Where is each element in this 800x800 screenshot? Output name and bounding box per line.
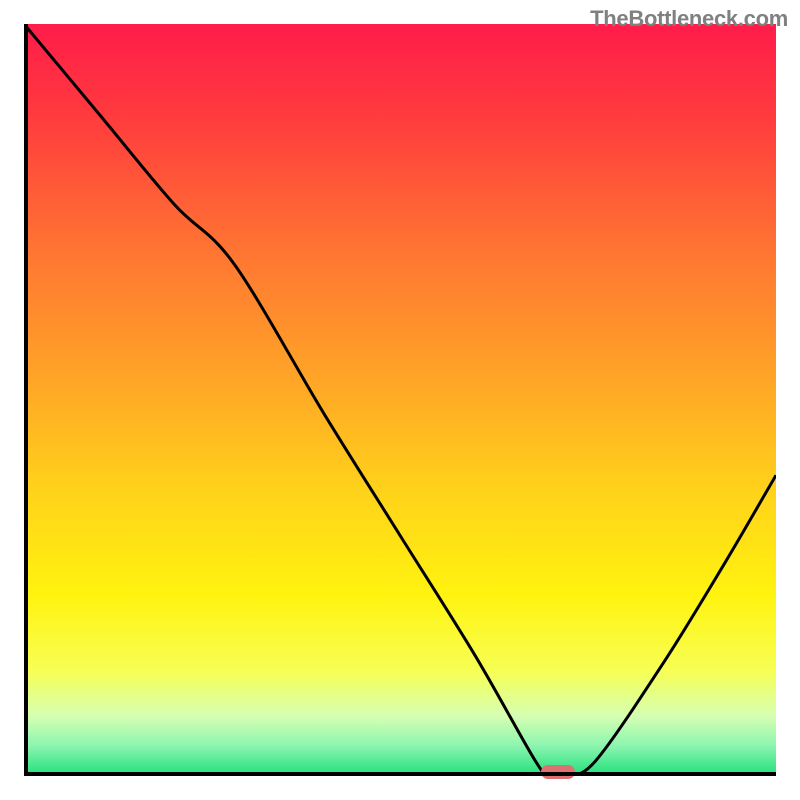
bottleneck-curve [24, 24, 776, 776]
watermark-text: TheBottleneck.com [590, 6, 788, 32]
plot-area [24, 24, 776, 776]
chart-container: TheBottleneck.com [0, 0, 800, 800]
y-axis [24, 24, 28, 776]
x-axis [24, 772, 776, 776]
